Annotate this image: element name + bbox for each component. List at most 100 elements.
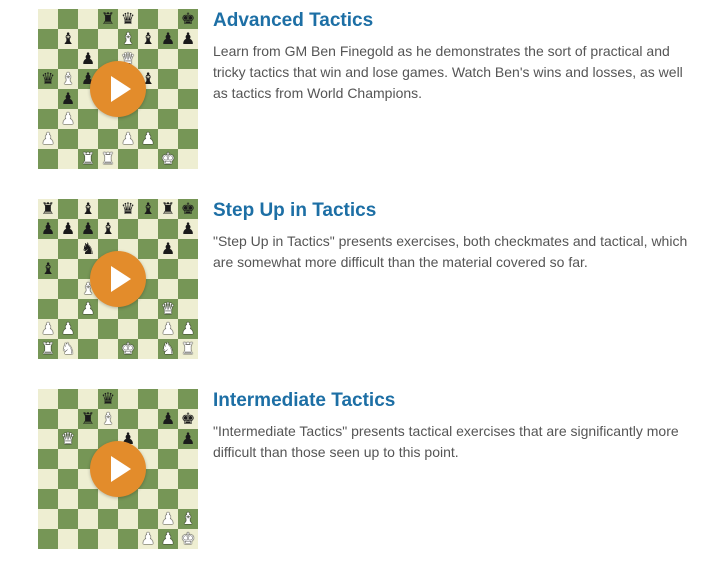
board-square: ♟ xyxy=(158,529,178,549)
board-square: ♚ xyxy=(178,199,198,219)
lesson-title[interactable]: Advanced Tactics xyxy=(213,9,693,33)
play-button[interactable] xyxy=(90,61,146,117)
board-square: ♚ xyxy=(178,529,198,549)
white-piece-icon: ♝ xyxy=(180,509,196,528)
white-piece-icon: ♟ xyxy=(40,319,56,338)
board-square xyxy=(38,509,58,529)
board-square xyxy=(138,339,158,359)
board-square xyxy=(118,529,138,549)
lesson-title[interactable]: Step Up in Tactics xyxy=(213,199,693,223)
board-square xyxy=(58,279,78,299)
play-button[interactable] xyxy=(90,251,146,307)
board-square xyxy=(158,259,178,279)
board-square xyxy=(138,489,158,509)
board-square xyxy=(158,9,178,29)
board-square: ♟ xyxy=(58,109,78,129)
lesson-description: Learn from GM Ben Finegold as he demonst… xyxy=(213,43,683,101)
board-square xyxy=(58,199,78,219)
board-square xyxy=(178,489,198,509)
board-square xyxy=(38,109,58,129)
black-piece-icon: ♛ xyxy=(120,9,136,28)
black-piece-icon: ♛ xyxy=(100,389,116,408)
board-square: ♝ xyxy=(98,219,118,239)
black-piece-icon: ♟ xyxy=(180,29,196,48)
lesson-thumbnail[interactable]: ♜ ♛ ♚ ♝ ♝ ♝ ♟ ♟ ♟ ♛ ♛ ♝ ♟ ♝ ♟ ♟ ♟ ♟ ♟ ♜ ♜ ♚ xyxy=(38,9,198,169)
black-piece-icon: ♜ xyxy=(160,199,176,218)
board-square xyxy=(158,109,178,129)
board-square xyxy=(158,129,178,149)
lesson-title[interactable]: Intermediate Tactics xyxy=(213,389,693,413)
board-square: ♚ xyxy=(158,149,178,169)
board-square: ♟ xyxy=(138,529,158,549)
black-piece-icon: ♚ xyxy=(180,9,196,28)
board-square xyxy=(178,49,198,69)
board-square xyxy=(138,319,158,339)
lesson-thumbnail[interactable]: ♛ ♜ ♝ ♟ ♚ ♛ ♟ ♟ ♟ ♝ ♟ ♟ ♚ xyxy=(38,389,198,549)
board-square: ♝ xyxy=(138,199,158,219)
board-square: ♛ xyxy=(118,9,138,29)
board-square xyxy=(78,529,98,549)
board-square: ♟ xyxy=(118,129,138,149)
black-piece-icon: ♚ xyxy=(180,409,196,428)
play-button[interactable] xyxy=(90,441,146,497)
board-square xyxy=(38,389,58,409)
white-piece-icon: ♟ xyxy=(140,529,156,548)
board-square xyxy=(178,89,198,109)
black-piece-icon: ♜ xyxy=(100,9,116,28)
board-square xyxy=(58,469,78,489)
white-piece-icon: ♝ xyxy=(120,29,136,48)
board-square xyxy=(178,239,198,259)
white-piece-icon: ♟ xyxy=(140,129,156,148)
board-square xyxy=(38,529,58,549)
board-square xyxy=(138,9,158,29)
white-piece-icon: ♝ xyxy=(60,69,76,88)
board-square: ♞ xyxy=(58,339,78,359)
board-square: ♜ xyxy=(78,149,98,169)
play-icon xyxy=(111,266,131,292)
lesson-thumbnail[interactable]: ♜ ♝ ♛ ♝ ♜ ♚ ♟ ♟ ♟ ♝ ♟ ♞ ♟ ♝ ♝ ♟ ♛ ♟ ♟ ♟ ♟ ♜ ♞ ♚ ♞ ♜ xyxy=(38,199,198,359)
board-square xyxy=(138,409,158,429)
board-square: ♛ xyxy=(38,69,58,89)
board-square xyxy=(158,89,178,109)
board-square: ♟ xyxy=(158,319,178,339)
board-square xyxy=(98,339,118,359)
lesson-item: ♜ ♝ ♛ ♝ ♜ ♚ ♟ ♟ ♟ ♝ ♟ ♞ ♟ ♝ ♝ ♟ ♛ ♟ ♟ ♟ ♟ ♜ ♞ ♚ ♞ ♜ Step Up in Ta… xyxy=(38,199,698,359)
board-square: ♛ xyxy=(58,429,78,449)
board-square xyxy=(78,319,98,339)
white-piece-icon: ♚ xyxy=(120,339,136,358)
board-square xyxy=(78,129,98,149)
board-square xyxy=(38,239,58,259)
board-square xyxy=(158,219,178,239)
lesson-item: ♛ ♜ ♝ ♟ ♚ ♛ ♟ ♟ ♟ ♝ ♟ ♟ ♚ Intermediate Tactics "Inte… xyxy=(38,389,698,549)
board-square xyxy=(178,449,198,469)
black-piece-icon: ♟ xyxy=(80,219,96,238)
board-square: ♟ xyxy=(158,409,178,429)
black-piece-icon: ♝ xyxy=(40,259,56,278)
board-square xyxy=(38,9,58,29)
board-square xyxy=(58,389,78,409)
board-square: ♟ xyxy=(38,129,58,149)
board-square xyxy=(158,69,178,89)
black-piece-icon: ♝ xyxy=(100,219,116,238)
board-square xyxy=(58,449,78,469)
board-square: ♟ xyxy=(178,429,198,449)
board-square xyxy=(158,449,178,469)
board-square xyxy=(158,469,178,489)
board-square xyxy=(178,109,198,129)
lesson-description: "Step Up in Tactics" presents exercises,… xyxy=(213,233,688,270)
board-square: ♝ xyxy=(58,29,78,49)
board-square: ♝ xyxy=(98,409,118,429)
board-square xyxy=(38,279,58,299)
board-square xyxy=(138,509,158,529)
board-square: ♟ xyxy=(178,219,198,239)
black-piece-icon: ♝ xyxy=(140,199,156,218)
black-piece-icon: ♟ xyxy=(160,29,176,48)
white-piece-icon: ♛ xyxy=(160,299,176,318)
lesson-description: "Intermediate Tactics" presents tactical… xyxy=(213,423,679,460)
board-square xyxy=(98,319,118,339)
white-piece-icon: ♞ xyxy=(160,339,176,358)
white-piece-icon: ♟ xyxy=(80,299,96,318)
board-square: ♝ xyxy=(38,259,58,279)
white-piece-icon: ♚ xyxy=(160,149,176,168)
board-square: ♝ xyxy=(78,199,98,219)
